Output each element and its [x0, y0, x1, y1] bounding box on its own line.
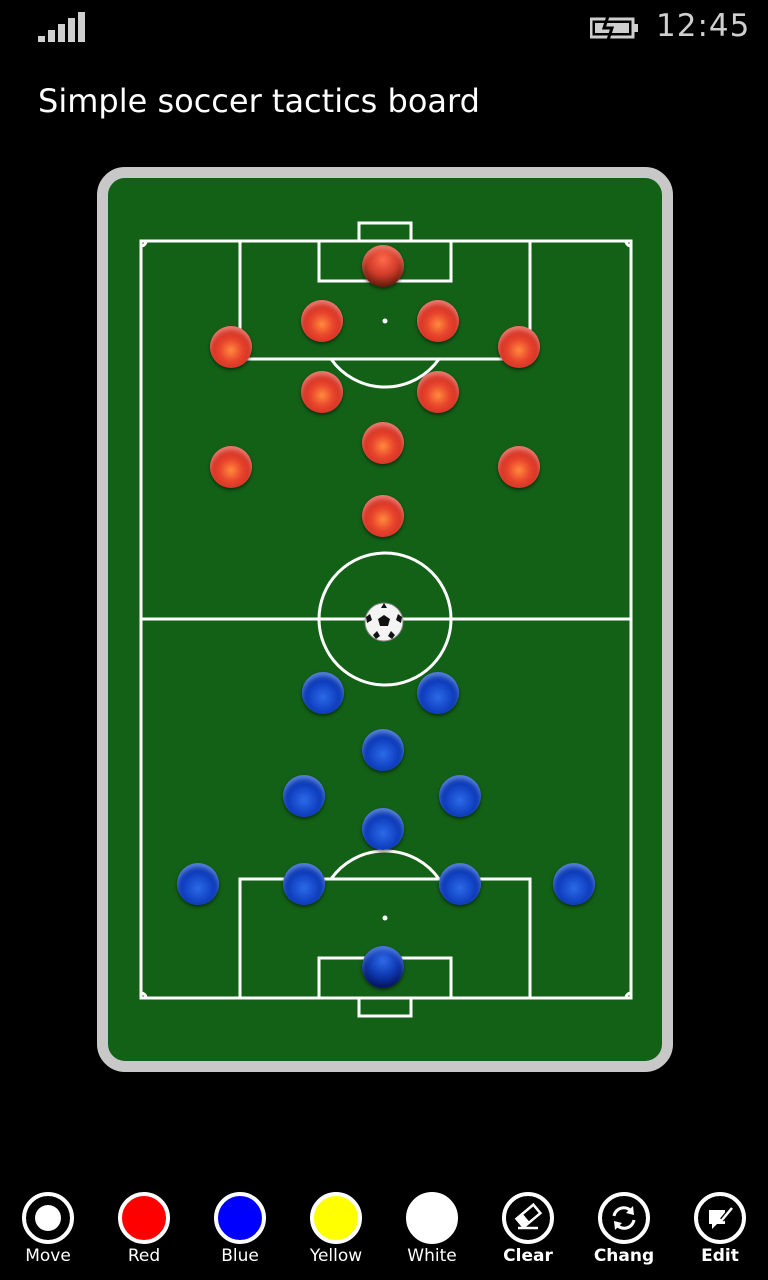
blue-player-token[interactable] — [362, 729, 404, 771]
move-button[interactable]: Move — [0, 1192, 96, 1280]
change-button[interactable]: Chang — [576, 1192, 672, 1280]
clock: 12:45 — [656, 8, 751, 44]
penalty-spot — [382, 915, 388, 921]
bottom-goal — [357, 996, 413, 1018]
battery-charging-icon — [590, 16, 638, 40]
red-player-token[interactable] — [301, 300, 343, 342]
red-goalkeeper-token[interactable] — [362, 245, 404, 287]
red-player-token[interactable] — [417, 300, 459, 342]
red-player-token[interactable] — [498, 326, 540, 368]
refresh-icon — [598, 1192, 650, 1244]
white-color-icon — [406, 1192, 458, 1244]
blue-player-token[interactable] — [283, 863, 325, 905]
red-player-token[interactable] — [498, 446, 540, 488]
signal-strength-icon — [38, 12, 88, 42]
soccer-ball-icon[interactable] — [364, 602, 404, 642]
blue-player-token[interactable] — [283, 775, 325, 817]
eraser-icon — [502, 1192, 554, 1244]
edit-icon — [694, 1192, 746, 1244]
blue-player-token[interactable] — [439, 863, 481, 905]
blue-color-button[interactable]: Blue — [192, 1192, 288, 1280]
status-bar: 12:45 — [0, 0, 768, 56]
blue-goalkeeper-token[interactable] — [362, 946, 404, 988]
move-icon — [22, 1192, 74, 1244]
blue-color-icon — [214, 1192, 266, 1244]
red-player-token[interactable] — [417, 371, 459, 413]
penalty-spot — [382, 318, 388, 324]
blue-player-token[interactable] — [362, 808, 404, 850]
red-player-token[interactable] — [210, 446, 252, 488]
yellow-color-button[interactable]: Yellow — [288, 1192, 384, 1280]
red-color-icon — [118, 1192, 170, 1244]
red-player-token[interactable] — [362, 422, 404, 464]
white-color-button[interactable]: White — [384, 1192, 480, 1280]
blue-player-token[interactable] — [417, 672, 459, 714]
red-color-button[interactable]: Red — [96, 1192, 192, 1280]
clear-button[interactable]: Clear — [480, 1192, 576, 1280]
red-player-token[interactable] — [301, 371, 343, 413]
blue-player-token[interactable] — [177, 863, 219, 905]
blue-player-token[interactable] — [302, 672, 344, 714]
blue-player-token[interactable] — [553, 863, 595, 905]
edit-button[interactable]: Edit — [672, 1192, 768, 1280]
red-player-token[interactable] — [362, 495, 404, 537]
yellow-color-icon — [310, 1192, 362, 1244]
bottom-penalty-arc — [329, 849, 441, 880]
top-goal — [357, 221, 413, 243]
app-bar: Move Red Blue Yellow White Clear Chang E… — [0, 1180, 768, 1280]
page-title: Simple soccer tactics board — [38, 82, 480, 120]
red-player-token[interactable] — [210, 326, 252, 368]
blue-player-token[interactable] — [439, 775, 481, 817]
edit-label: Edit — [701, 1246, 739, 1266]
